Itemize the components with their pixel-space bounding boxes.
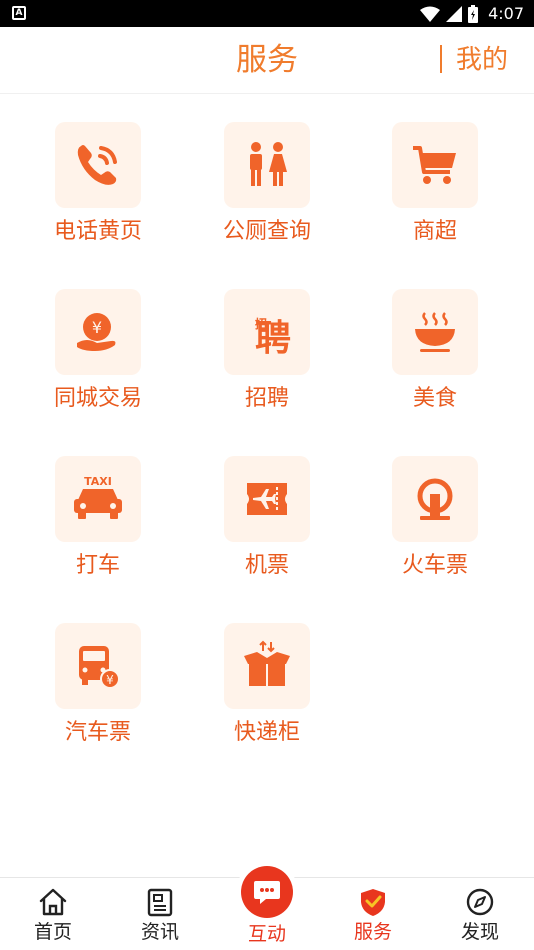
service-label: 快递柜 <box>233 720 300 745</box>
notification-icon: A <box>12 6 26 20</box>
battery-icon <box>468 5 479 23</box>
restroom-icon <box>224 122 310 208</box>
service-label: 同城交易 <box>53 386 142 411</box>
news-icon <box>147 888 173 917</box>
svg-text:聘: 聘 <box>255 318 291 358</box>
service-taxi[interactable]: TAXI 打车 <box>18 428 178 578</box>
header-divider <box>440 45 442 73</box>
recruit-icon: 招 聘 <box>224 289 310 375</box>
svg-text:¥: ¥ <box>106 673 114 687</box>
train-icon <box>392 456 478 542</box>
parcel-box-icon <box>224 623 310 709</box>
svg-text:¥: ¥ <box>92 318 102 337</box>
service-label: 机票 <box>244 553 289 578</box>
service-restroom[interactable]: 公厕查询 <box>187 94 347 244</box>
nav-news[interactable]: 资讯 <box>107 878 213 950</box>
interact-button[interactable] <box>241 866 293 918</box>
service-phone[interactable]: 电话黄页 <box>18 94 178 244</box>
shield-check-icon <box>361 889 385 916</box>
bus-ticket-icon: ¥ <box>55 623 141 709</box>
service-food[interactable]: 美食 <box>355 261 515 411</box>
service-label: 公厕查询 <box>222 219 311 244</box>
service-label: 打车 <box>75 553 120 578</box>
service-local-trade[interactable]: ¥ 同城交易 <box>18 261 178 411</box>
wifi-icon <box>420 6 441 22</box>
service-label: 美食 <box>412 386 457 411</box>
svg-text:TAXI: TAXI <box>84 475 112 488</box>
service-label: 汽车票 <box>64 720 131 745</box>
service-train-ticket[interactable]: 火车票 <box>355 428 515 578</box>
plane-ticket-icon <box>224 456 310 542</box>
nav-label: 资讯 <box>140 921 179 943</box>
compass-icon <box>466 888 494 916</box>
hand-money-icon: ¥ <box>55 289 141 375</box>
nav-label: 服务 <box>353 921 392 943</box>
page-title: 服务 <box>236 42 298 78</box>
nav-discover[interactable]: 发现 <box>427 878 533 950</box>
service-label: 火车票 <box>401 553 468 578</box>
service-label: 招聘 <box>244 386 289 411</box>
taxi-icon: TAXI <box>55 456 141 542</box>
nav-label: 发现 <box>460 921 499 943</box>
status-bar: A 4:07 <box>0 0 534 27</box>
chat-icon <box>254 881 280 904</box>
header: 服务 我的 <box>0 27 534 94</box>
service-recruit[interactable]: 招 聘 招聘 <box>187 261 347 411</box>
nav-service[interactable]: 服务 <box>320 878 426 950</box>
service-supermarket[interactable]: 商超 <box>355 94 515 244</box>
clock: 4:07 <box>488 4 524 23</box>
service-parcel-locker[interactable]: 快递柜 <box>187 595 347 745</box>
home-icon <box>39 888 67 916</box>
shopping-cart-icon <box>392 122 478 208</box>
nav-label: 首页 <box>33 921 72 943</box>
phone-icon <box>55 122 141 208</box>
service-label: 电话黄页 <box>53 219 142 244</box>
signal-icon <box>446 6 463 22</box>
food-bowl-icon <box>392 289 478 375</box>
nav-home[interactable]: 首页 <box>0 878 106 950</box>
service-label: 商超 <box>412 219 457 244</box>
service-bus-ticket[interactable]: ¥ 汽车票 <box>18 595 178 745</box>
service-plane-ticket[interactable]: 机票 <box>187 428 347 578</box>
mine-link[interactable]: 我的 <box>456 43 508 77</box>
interact-label: 互动 <box>247 923 286 945</box>
